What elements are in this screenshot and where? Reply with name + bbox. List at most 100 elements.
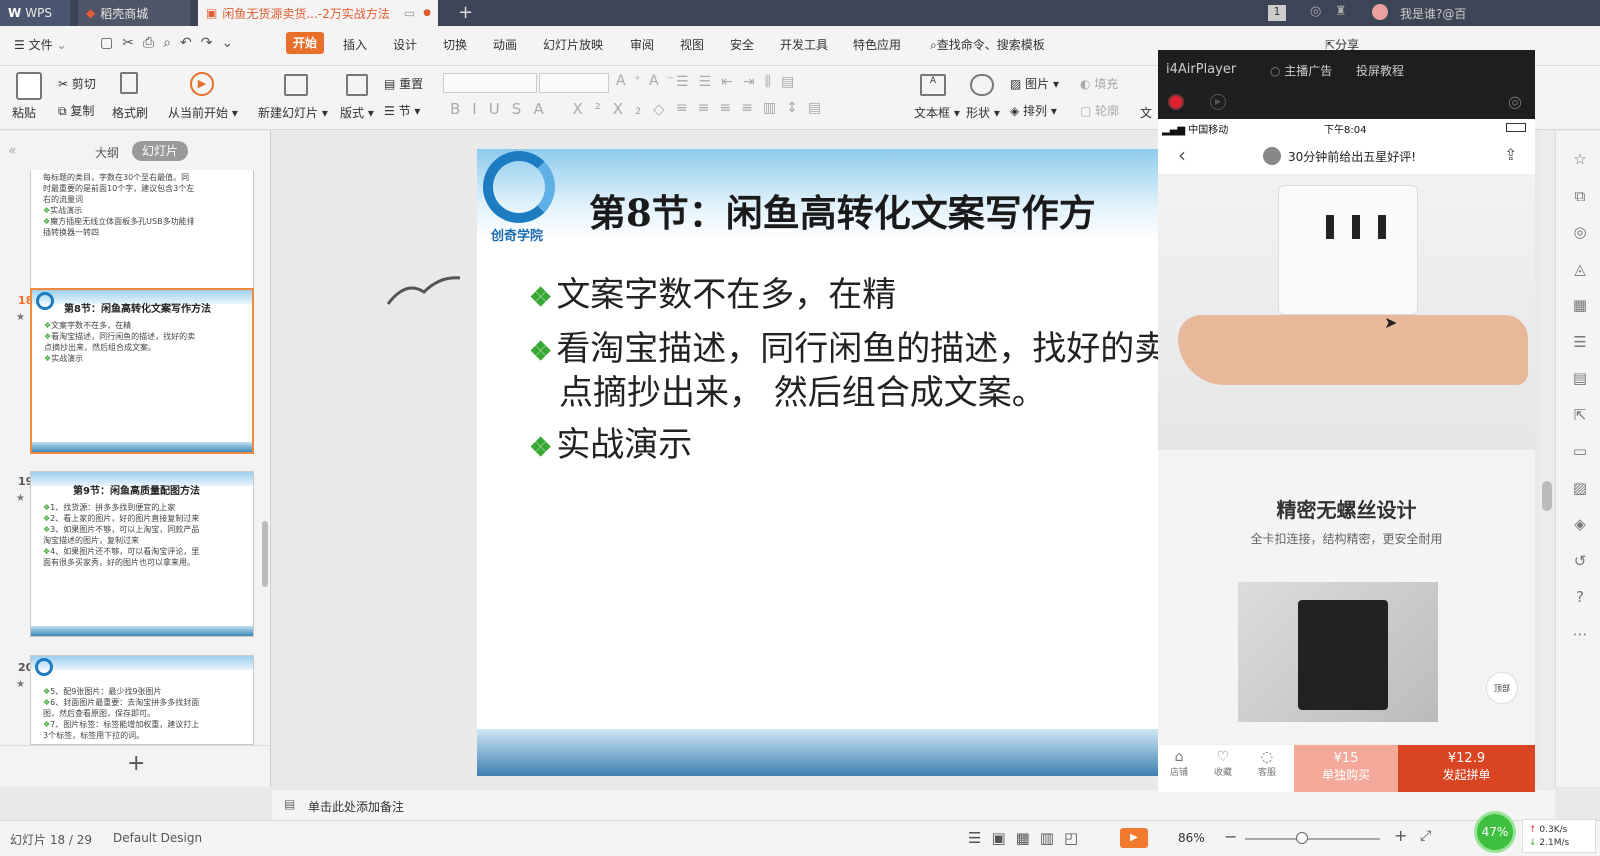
slide-thumbnail-18[interactable]: 第8节：闲鱼高转化文案写作方法 ❖文案字数不在多，在精 ❖看淘宝描述，同行闲鱼的…	[30, 288, 254, 454]
slide-bullet-2-cont[interactable]: 点摘抄出来， 然后组合成文案。	[559, 365, 1046, 414]
thumb-text: ❖1、找货源：拼多多找到便宜的上家 ❖2、看上家的图片，好的图片直接复制过来 ❖…	[31, 486, 253, 568]
textbox-icon[interactable]: A	[920, 74, 946, 96]
zoom-in-icon[interactable]: +	[1394, 826, 1407, 845]
menu-tab-design[interactable]: 设计	[393, 36, 417, 53]
play-slideshow-button[interactable]: ▶	[1120, 828, 1148, 848]
menu-tab-review[interactable]: 审阅	[630, 36, 654, 53]
canvas-scroll-thumb[interactable]	[1542, 481, 1552, 511]
view-mode-icons[interactable]: ☰▣▦▥◰	[968, 829, 1088, 847]
panel-scrollbar[interactable]	[262, 521, 268, 587]
new-slide-icon[interactable]	[284, 74, 308, 96]
layout-button[interactable]: 版式 ▾	[340, 104, 374, 121]
text-style-icons[interactable]: BIUSA X²X₂◇	[450, 100, 677, 118]
menu-tab-transition[interactable]: 切换	[443, 36, 467, 53]
ads-link[interactable]: ○ 主播广告	[1270, 62, 1332, 79]
tab-daoke[interactable]: ◆ 稻壳商城	[78, 0, 190, 26]
quick-access-icons[interactable]: ▢✂⎙⌕↶↷⌄	[100, 35, 242, 51]
share-icon[interactable]: ⇪	[1504, 145, 1517, 164]
font-size-select[interactable]	[539, 73, 609, 93]
menu-tab-insert[interactable]: 插入	[343, 36, 367, 53]
format-painter-button[interactable]: 格式刷	[112, 104, 148, 121]
wps-logo-icon: W	[8, 6, 22, 20]
favorite-button[interactable]: ♡ 收藏	[1214, 749, 1232, 778]
tab-document[interactable]: ▣ 闲鱼无货源卖货...-2万实战方法 ▭ ●	[198, 0, 438, 26]
avatar[interactable]	[1372, 4, 1388, 20]
canvas-scrollbar[interactable]	[1540, 131, 1554, 787]
reset-button[interactable]: ▤ 重置	[384, 75, 423, 92]
zoom-level[interactable]: 86%	[1178, 831, 1205, 845]
slide-thumbnail-20[interactable]: ❖5、配9张图片：最少找9张图片 ❖6、封面图片最重要：去淘宝拼多多找封面 图，…	[30, 655, 254, 745]
slide-thumbnail-19[interactable]: 第9节：闲鱼高质量配图方法 ❖1、找货源：拼多多找到便宜的上家 ❖2、看上家的图…	[30, 471, 254, 637]
cut-button[interactable]: ✂ 剪切	[58, 75, 96, 92]
align-icons[interactable]: ≡≡≡≡▥↕▤	[676, 100, 831, 116]
from-current-label: 从当前开始	[168, 106, 229, 120]
menu-tab-devtools[interactable]: 开发工具	[780, 36, 828, 53]
zoom-slider-thumb[interactable]	[1296, 832, 1308, 844]
copy-button[interactable]: ⧉ 复制	[58, 102, 94, 119]
font-grow-shrink-icons[interactable]: A⁺A⁻	[616, 73, 682, 89]
tutorial-link[interactable]: 投屏教程	[1356, 62, 1404, 79]
menu-tab-security[interactable]: 安全	[730, 36, 754, 53]
play-icon[interactable]: ▶	[1210, 94, 1226, 110]
slide-editor[interactable]: 创奇学院 第8节：闲鱼高转化文案写作方 ❖ 文案字数不在多，在精 ❖ 看淘宝描述，同…	[477, 149, 1167, 776]
shape-icon[interactable]	[970, 74, 994, 96]
command-search[interactable]: ⌕查找命令、搜索模板	[930, 36, 1045, 53]
paste-icon[interactable]	[16, 72, 42, 100]
layout-icon[interactable]	[346, 74, 368, 96]
text-more-button[interactable]: 文	[1140, 104, 1152, 121]
new-slide-button[interactable]: 新建幻灯片 ▾	[258, 104, 328, 121]
buy-alone-button[interactable]: ¥15 单独购买	[1294, 745, 1398, 792]
back-to-top-button[interactable]: 顶部	[1486, 672, 1518, 704]
collapse-panel-icon[interactable]: «	[8, 143, 17, 159]
outline-button[interactable]: ▢ 轮廓	[1080, 102, 1119, 119]
slide-bullet-2[interactable]: ❖ 看淘宝描述，同行闲鱼的描述，找好的卖	[529, 321, 1167, 370]
zoom-out-icon[interactable]: −	[1224, 827, 1237, 846]
slide-bullet-3[interactable]: ❖ 实战演示	[529, 417, 692, 466]
logo-text: 创奇学院	[491, 229, 544, 244]
tab-slides[interactable]: 幻灯片	[132, 141, 188, 161]
from-current-button[interactable]: 从当前开始 ▾	[168, 104, 238, 121]
record-icon[interactable]	[1168, 94, 1184, 110]
menu-tab-view[interactable]: 视图	[680, 36, 704, 53]
slide-thumbnail-17[interactable]: 每标题的类目，字数在30个至右最值。同 时最重要的是前面10个字，建议包含3个左…	[30, 170, 254, 303]
right-tool-icons[interactable]: ☆ ⧉ ◎ ◬ ▦ ☰ ▤ ⇱ ▭ ▨ ◈ ↺? ⋯	[1570, 141, 1590, 652]
menu-tab-start[interactable]: 开始	[286, 32, 324, 54]
thumb-line: 右的流量词	[43, 195, 83, 204]
new-tab-button[interactable]: +	[458, 2, 473, 23]
back-icon[interactable]: ‹	[1178, 143, 1186, 167]
menu-tab-features[interactable]: 特色应用	[853, 36, 901, 53]
menu-tab-slideshow[interactable]: 幻灯片放映	[543, 36, 603, 53]
settings-icon[interactable]: ◎	[1508, 92, 1522, 111]
add-slide-button[interactable]: +	[127, 751, 145, 776]
slide-bullet-1[interactable]: ❖ 文案字数不在多，在精	[529, 267, 896, 316]
service-button[interactable]: ◌ 客服	[1258, 749, 1276, 778]
skin-icon[interactable]: ◎	[1310, 4, 1321, 19]
font-name-select[interactable]	[443, 73, 537, 93]
tab-wps[interactable]: W WPS	[0, 0, 70, 26]
tab-outline[interactable]: 大纲	[95, 144, 119, 161]
zoom-slider[interactable]	[1245, 838, 1380, 840]
notes-bar[interactable]: ▤ 单击此处添加备注	[272, 790, 1555, 820]
menu-tab-animation[interactable]: 动画	[493, 36, 517, 53]
fit-window-icon[interactable]: ⤢	[1420, 828, 1431, 844]
shirt-icon[interactable]: ♜	[1335, 4, 1347, 19]
textbox-button[interactable]: 文本框 ▾	[914, 104, 960, 121]
paste-button[interactable]: 粘贴	[12, 104, 36, 121]
user-name[interactable]: 我是谁?@百	[1400, 5, 1466, 22]
file-menu[interactable]: ☰ 文件 ⌄	[14, 36, 67, 53]
section-button[interactable]: ☰ 节 ▾	[384, 102, 420, 119]
group-buy-button[interactable]: ¥12.9 发起拼单	[1398, 745, 1535, 792]
brush-icon[interactable]	[120, 72, 138, 94]
panel-divider	[0, 745, 271, 746]
arrange-button[interactable]: ◈ 排列 ▾	[1010, 102, 1057, 119]
fill-button[interactable]: ◐ 填充	[1080, 75, 1118, 92]
product-image[interactable]: ➤	[1158, 175, 1535, 450]
shop-button[interactable]: ⌂ 店铺	[1170, 749, 1188, 778]
slide-title[interactable]: 第8节：闲鱼高转化文案写作方	[589, 183, 1096, 237]
shape-button[interactable]: 形状 ▾	[966, 104, 1000, 121]
notes-placeholder[interactable]: 单击此处添加备注	[308, 798, 404, 815]
play-icon[interactable]: ▶	[190, 72, 214, 96]
cpu-usage-widget[interactable]: 47%	[1474, 811, 1516, 853]
picture-button[interactable]: ▨ 图片 ▾	[1010, 75, 1059, 92]
paragraph-icons[interactable]: ☰☰⇤⇥⫼▤	[676, 74, 804, 90]
